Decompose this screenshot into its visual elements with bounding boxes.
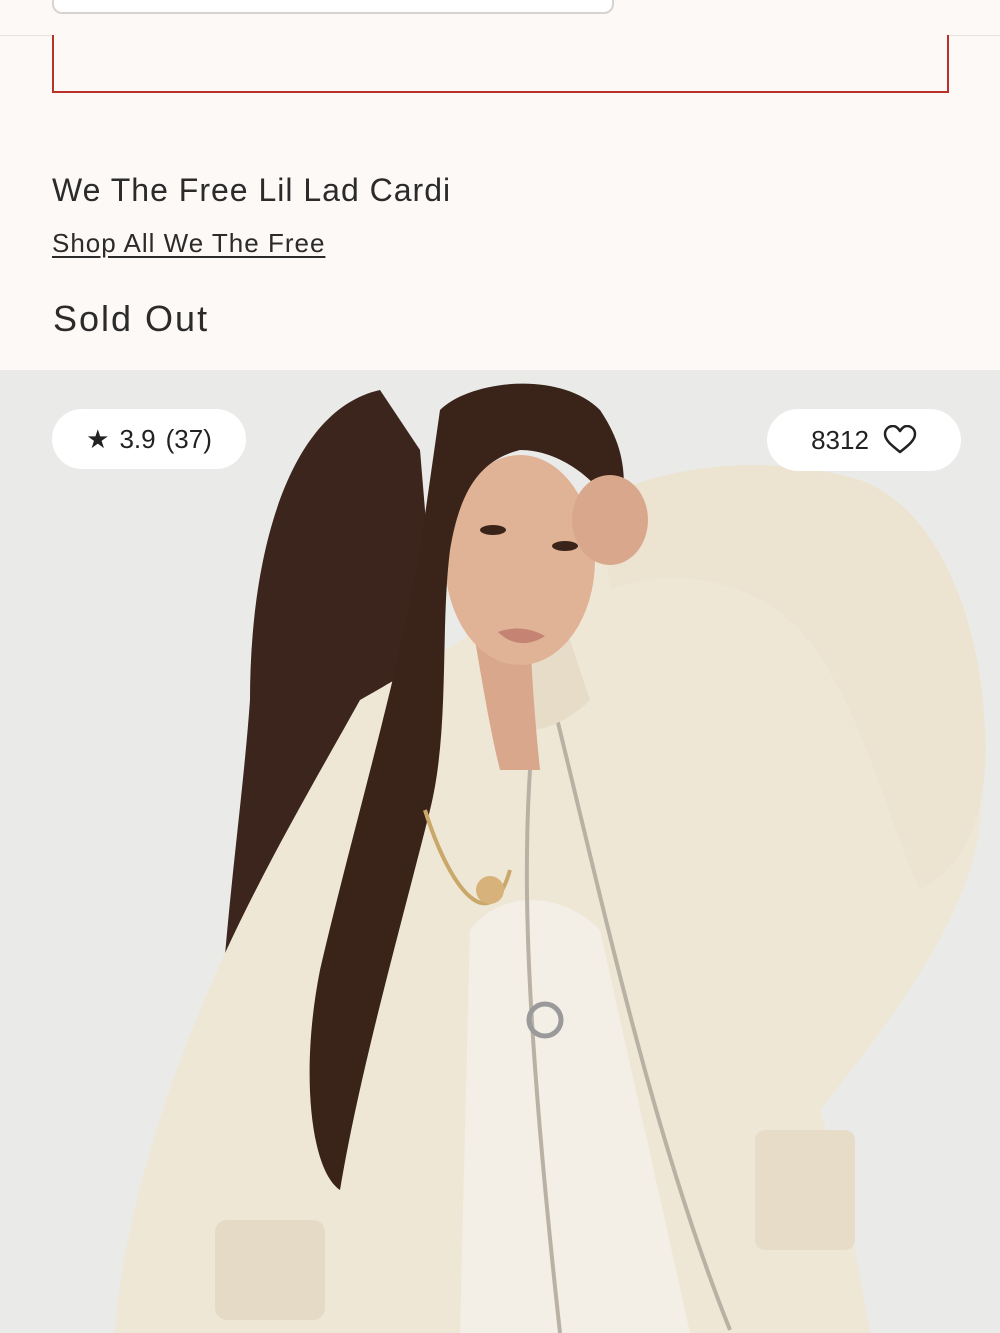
star-icon: ★ [86,424,110,454]
product-image[interactable] [0,370,1000,1333]
review-count: (37) [165,423,212,454]
heart-icon [883,425,917,455]
favorite-button[interactable]: 8312 [767,409,961,471]
availability-status: Sold Out [53,298,210,339]
rating-value: 3.9 [119,423,156,454]
product-page: We The Free Lil Lad Cardi Shop All We Th… [0,0,1000,1333]
error-message-box [52,35,949,93]
rating-badge[interactable]: ★ 3.9 (37) [52,409,246,469]
select-field[interactable] [52,0,614,14]
favorites-count: 8312 [811,424,869,455]
top-strip [0,0,1000,36]
product-photo-illustration [0,370,1000,1333]
shop-brand-link[interactable]: Shop All We The Free [52,228,325,259]
product-title: We The Free Lil Lad Cardi [52,172,452,208]
